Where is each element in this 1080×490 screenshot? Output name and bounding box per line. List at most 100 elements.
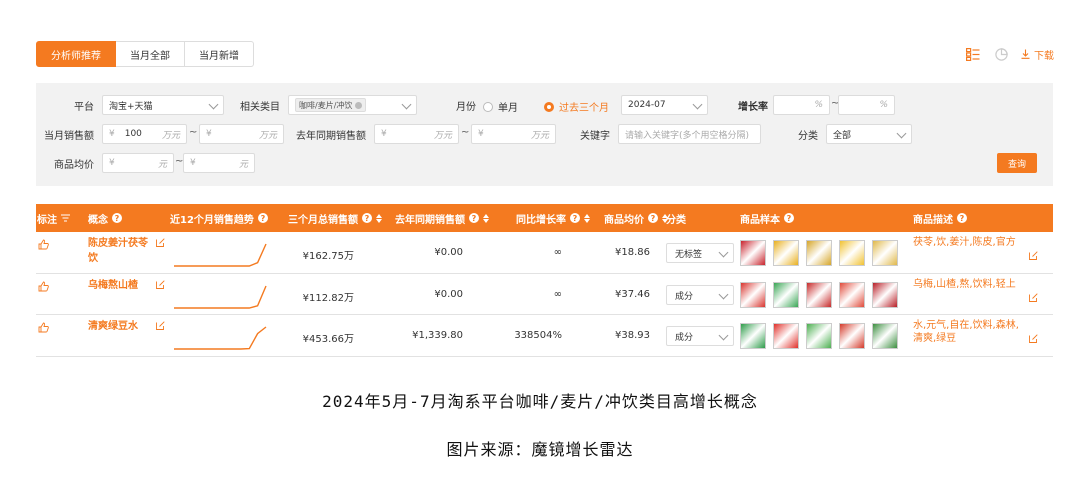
- growth-max-input[interactable]: %: [838, 95, 895, 115]
- last-year-sales-value: ¥0.00: [434, 289, 463, 300]
- description-text: 茯苓,饮,姜汁,陈皮,官方: [913, 237, 1016, 248]
- avg-price-value: ¥38.93: [615, 330, 650, 341]
- sort-icon: [584, 213, 590, 223]
- category-tag: 咖啡/麦片/冲饮: [295, 98, 367, 112]
- chevron-down-icon: [692, 99, 703, 110]
- download-icon: [1021, 49, 1030, 59]
- category-select[interactable]: 无标签: [666, 243, 734, 263]
- tab-analyst-recommend[interactable]: 分析师推荐: [36, 41, 116, 67]
- header-description: 商品描述?: [913, 204, 967, 232]
- product-samples: [740, 282, 898, 308]
- table-view-icon[interactable]: [965, 46, 981, 62]
- radio-single-month[interactable]: 单月: [483, 99, 518, 114]
- product-sample-image[interactable]: [872, 323, 898, 349]
- description-text: 乌梅,山楂,熬,饮料,轻上: [913, 279, 1016, 290]
- header-growth-rate[interactable]: 同比增长率?: [516, 204, 590, 232]
- growth-min-input[interactable]: %: [773, 95, 830, 115]
- last-year-sales-value: ¥1,339.80: [412, 330, 463, 341]
- product-sample-image[interactable]: [740, 240, 766, 266]
- edit-icon[interactable]: [156, 280, 165, 292]
- edit-icon[interactable]: [156, 321, 165, 333]
- keyword-input[interactable]: 请输入关键字(多个用空格分隔): [618, 124, 761, 144]
- chevron-down-icon: [718, 289, 729, 300]
- tab-month-all[interactable]: 当月全部: [116, 41, 185, 67]
- product-sample-image[interactable]: [839, 240, 865, 266]
- month-picker[interactable]: 2024-07: [621, 95, 708, 115]
- classify-select[interactable]: 全部: [826, 124, 912, 144]
- product-sample-image[interactable]: [872, 240, 898, 266]
- category-select[interactable]: 咖啡/麦片/冲饮: [288, 95, 417, 115]
- product-sample-image[interactable]: [773, 323, 799, 349]
- help-icon: ?: [570, 213, 580, 223]
- edit-icon[interactable]: [156, 238, 165, 250]
- product-sample-image[interactable]: [806, 240, 832, 266]
- concept-name[interactable]: 陈皮姜汁茯苓饮: [88, 236, 150, 266]
- platform-select[interactable]: 淘宝+天猫: [102, 95, 224, 115]
- product-samples: [740, 323, 898, 349]
- edit-icon[interactable]: [1029, 334, 1038, 346]
- sort-icon: [376, 213, 382, 223]
- help-icon: ?: [257, 213, 268, 223]
- product-sample-image[interactable]: [806, 323, 832, 349]
- concept-name[interactable]: 清爽绿豆水: [88, 319, 150, 334]
- tag-close-icon[interactable]: [355, 101, 363, 109]
- category-select[interactable]: 成分: [666, 285, 734, 305]
- growth-rate-value: ∞: [553, 289, 562, 300]
- pie-chart-icon[interactable]: [993, 46, 1009, 62]
- last-year-sales-max-input[interactable]: ¥ 万元: [471, 124, 556, 144]
- last-year-sales-min-input[interactable]: ¥ 万元: [374, 124, 459, 144]
- trend-line: [174, 285, 267, 309]
- header-avg-price[interactable]: 商品均价?: [604, 204, 668, 232]
- product-sample-image[interactable]: [839, 323, 865, 349]
- product-samples: [740, 240, 898, 266]
- classify-label: 分类: [798, 131, 818, 142]
- help-icon: ?: [112, 213, 122, 223]
- table-row: 乌梅熬山楂 ¥112.82万 ¥0.00 ∞ ¥37.46 成分 乌梅,山楂,熬…: [36, 274, 1053, 315]
- thumbs-up-icon[interactable]: [38, 322, 49, 336]
- product-sample-image[interactable]: [773, 240, 799, 266]
- filter-icon[interactable]: [61, 214, 70, 222]
- thumbs-up-icon[interactable]: [38, 281, 49, 295]
- chevron-down-icon: [718, 247, 729, 258]
- caption-source: 图片来源：魔镜增长雷达: [446, 440, 634, 459]
- radio-past-three-months[interactable]: 过去三个月: [544, 99, 609, 114]
- download-button[interactable]: 下载: [1021, 47, 1054, 62]
- sort-icon: [483, 213, 489, 223]
- tab-bar: 分析师推荐 当月全部 当月新增: [36, 41, 254, 67]
- edit-icon[interactable]: [1029, 251, 1038, 263]
- trend-line: [174, 243, 267, 267]
- chevron-down-icon: [401, 99, 412, 110]
- query-button[interactable]: 查询: [997, 153, 1037, 173]
- sales-label: 当月销售额: [44, 131, 94, 142]
- product-sample-image[interactable]: [806, 282, 832, 308]
- product-sample-image[interactable]: [872, 282, 898, 308]
- thumbs-up-icon[interactable]: [38, 239, 49, 253]
- avg-price-label: 商品均价: [54, 160, 94, 171]
- table-row: 陈皮姜汁茯苓饮 ¥162.75万 ¥0.00 ∞ ¥18.86 无标签 茯苓,饮…: [36, 232, 1053, 274]
- month-label: 月份: [456, 102, 476, 113]
- edit-icon[interactable]: [1029, 293, 1038, 305]
- concept-name[interactable]: 乌梅熬山楂: [88, 278, 150, 293]
- help-icon: ?: [469, 213, 479, 223]
- trend-line: [174, 326, 267, 350]
- total-sales-value: ¥162.75万: [302, 251, 354, 262]
- product-sample-image[interactable]: [839, 282, 865, 308]
- category-label: 相关类目: [240, 102, 280, 113]
- product-sample-image[interactable]: [740, 323, 766, 349]
- trend-sparkline: [174, 243, 267, 267]
- filter-panel: 平台 淘宝+天猫 相关类目 咖啡/麦片/冲饮 月份 单月 过去三个月 2024-…: [36, 83, 1053, 186]
- total-sales-value: ¥453.66万: [302, 334, 354, 345]
- keyword-label: 关键字: [580, 131, 610, 142]
- product-sample-image[interactable]: [773, 282, 799, 308]
- category-select[interactable]: 成分: [666, 326, 734, 346]
- tab-month-new[interactable]: 当月新增: [185, 41, 254, 67]
- product-sample-image[interactable]: [740, 282, 766, 308]
- sales-max-input[interactable]: ¥ 万元: [199, 124, 284, 144]
- header-mark[interactable]: 标注: [37, 204, 70, 232]
- sales-min-input[interactable]: ¥100 万元: [102, 124, 187, 144]
- help-icon: ?: [957, 213, 967, 223]
- avg-price-min-input[interactable]: ¥ 元: [102, 153, 174, 173]
- header-total-sales[interactable]: 三个月总销售额?: [288, 204, 382, 232]
- avg-price-max-input[interactable]: ¥ 元: [183, 153, 255, 173]
- header-last-year-sales[interactable]: 去年同期销售额?: [395, 204, 489, 232]
